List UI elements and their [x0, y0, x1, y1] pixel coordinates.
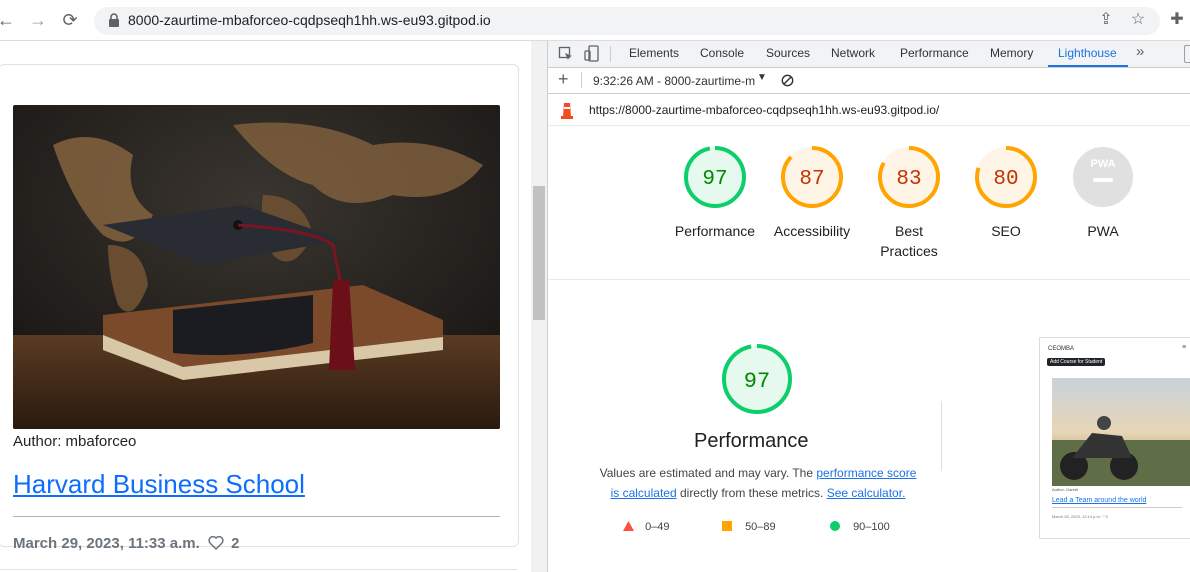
circle-icon [830, 521, 840, 531]
thumb-divider [1052, 507, 1182, 508]
legend-average-range: 50–89 [745, 521, 776, 533]
post-card: Author: mbaforceo Harvard Business Schoo… [0, 64, 519, 552]
separator [581, 72, 582, 88]
see-calculator-link[interactable]: See calculator. [827, 486, 906, 500]
legend-fail: 0–49 [623, 521, 670, 533]
thumb-author: Author: Gareth [1052, 487, 1079, 492]
tab-lighthouse[interactable]: Lighthouse [1058, 46, 1117, 60]
more-tabs-icon[interactable]: » [1136, 43, 1144, 60]
new-report-icon[interactable]: + [558, 69, 569, 90]
gauge-label: Performance [674, 223, 756, 239]
separator [610, 46, 611, 62]
final-screenshot: CEOMBA ≡ Add Course for Student Author: … [1039, 337, 1190, 539]
performance-description: Values are estimated and may vary. The p… [588, 463, 928, 503]
report-url-bar: https://8000-zaurtime-mbaforceo-cqdpseqh… [548, 94, 1190, 126]
vertical-divider [941, 401, 942, 471]
active-tab-indicator [1048, 65, 1128, 67]
big-score-value: 97 [744, 369, 770, 394]
performance-big-gauge: 97 [722, 344, 792, 414]
gauge-label-line2: Practices [880, 243, 938, 259]
thumb-menu-icon: ≡ [1182, 344, 1187, 351]
thumb-brand: CEOMBA [1048, 346, 1075, 352]
gauge-ring: PWA [1073, 147, 1133, 207]
inspect-icon[interactable] [558, 46, 574, 62]
score-gauges: 97 Performance 87 Accessibility 83 Best Practi… [548, 125, 1190, 281]
thumb-button: Add Course for Student [1047, 358, 1106, 366]
legend-pass: 90–100 [830, 521, 890, 533]
gauge-value: 83 [896, 168, 921, 191]
tab-sources[interactable]: Sources [766, 46, 810, 60]
score-gauge-best[interactable]: 83 Best Practices [854, 145, 964, 261]
like-count: 2 [231, 535, 240, 552]
tab-console[interactable]: Console [700, 46, 744, 60]
back-icon[interactable]: ← [0, 8, 18, 32]
gauge-label: Accessibility [773, 223, 851, 239]
share-icon[interactable]: ⇪ [1097, 11, 1115, 29]
post-author: Author: mbaforceo [13, 433, 137, 450]
gauge-label: Best [894, 223, 923, 239]
gauge-value: 87 [799, 168, 824, 191]
reload-icon[interactable]: ⟳ [58, 8, 82, 32]
dropdown-caret-icon[interactable]: ▼ [757, 72, 767, 83]
post-title-link[interactable]: Harvard Business School [13, 469, 305, 500]
settings-edge [1184, 45, 1190, 63]
devtools-panel: Elements Console Sources Network Perform… [547, 41, 1190, 572]
report-url[interactable]: https://8000-zaurtime-mbaforceo-cqdpseqh… [589, 103, 939, 117]
extensions-icon[interactable]: ✚ [1168, 11, 1186, 29]
tab-performance[interactable]: Performance [900, 46, 969, 60]
performance-title: Performance [694, 430, 809, 452]
triangle-icon [623, 521, 634, 531]
pwa-badge-text: PWA [1090, 158, 1115, 170]
desc-text-2: directly from these metrics. [676, 486, 827, 500]
tab-network[interactable]: Network [831, 46, 875, 60]
gauge-ring: 83 [878, 146, 940, 208]
pwa-dash [1093, 178, 1113, 182]
clear-icon[interactable] [781, 74, 794, 87]
lighthouse-icon [561, 103, 573, 119]
scrollbar-thumb[interactable] [533, 186, 545, 320]
divider [548, 279, 1190, 280]
devtools-tabbar: Elements Console Sources Network Perform… [548, 41, 1190, 68]
lock-icon[interactable] [108, 13, 120, 27]
heart-icon[interactable] [208, 535, 224, 550]
gauge-label: SEO [991, 223, 1021, 239]
thumb-title: Lead a Team around the world [1052, 497, 1147, 504]
post-date: March 29, 2023, 11:33 a.m. [13, 535, 200, 552]
is-calculated-link[interactable]: is calculated [611, 486, 677, 500]
score-gauge-pwa[interactable]: PWA PWA [1048, 145, 1158, 241]
legend-average: 50–89 [722, 521, 776, 533]
square-icon [722, 521, 732, 531]
performance-score-link[interactable]: performance score [816, 466, 916, 480]
url-text[interactable]: 8000-zaurtime-mbaforceo-cqdpseqh1hh.ws-e… [128, 12, 491, 28]
desc-text: Values are estimated and may vary. The [599, 466, 817, 480]
device-toggle-icon[interactable] [584, 45, 600, 63]
gauge-value: 80 [993, 168, 1018, 191]
thumb-date: March 26, 2023, 12:14 p.m. ♡0 [1052, 514, 1108, 519]
tab-memory[interactable]: Memory [990, 46, 1033, 60]
page-viewport: Author: mbaforceo Harvard Business Schoo… [0, 41, 531, 572]
report-selector[interactable]: 9:32:26 AM - 8000-zaurtime-m [593, 74, 755, 88]
gauge-label: PWA [1087, 223, 1119, 239]
lighthouse-toolbar: + 9:32:26 AM - 8000-zaurtime-m ▼ [548, 68, 1190, 94]
star-icon[interactable]: ☆ [1129, 11, 1147, 29]
tab-elements[interactable]: Elements [629, 46, 679, 60]
gauge-value: 97 [702, 168, 727, 191]
score-gauge-performance[interactable]: 97 Performance [660, 145, 770, 241]
post-image [13, 105, 500, 429]
gauge-ring: 97 [684, 146, 746, 208]
score-gauge-seo[interactable]: 80 SEO [951, 145, 1061, 241]
gauge-background [1073, 147, 1133, 207]
legend-pass-range: 90–100 [853, 521, 890, 533]
thumb-image [1052, 378, 1190, 486]
gauge-ring: 80 [975, 146, 1037, 208]
gauge-ring: 87 [781, 146, 843, 208]
divider [13, 516, 500, 517]
post-meta: March 29, 2023, 11:33 a.m. 2 [13, 535, 239, 552]
browser-toolbar: ← → ⟳ 8000-zaurtime-mbaforceo-cqdpseqh1h… [0, 0, 1190, 41]
legend-fail-range: 0–49 [645, 521, 670, 533]
forward-icon[interactable]: → [26, 8, 50, 32]
score-gauge-accessibility[interactable]: 87 Accessibility [757, 145, 867, 241]
